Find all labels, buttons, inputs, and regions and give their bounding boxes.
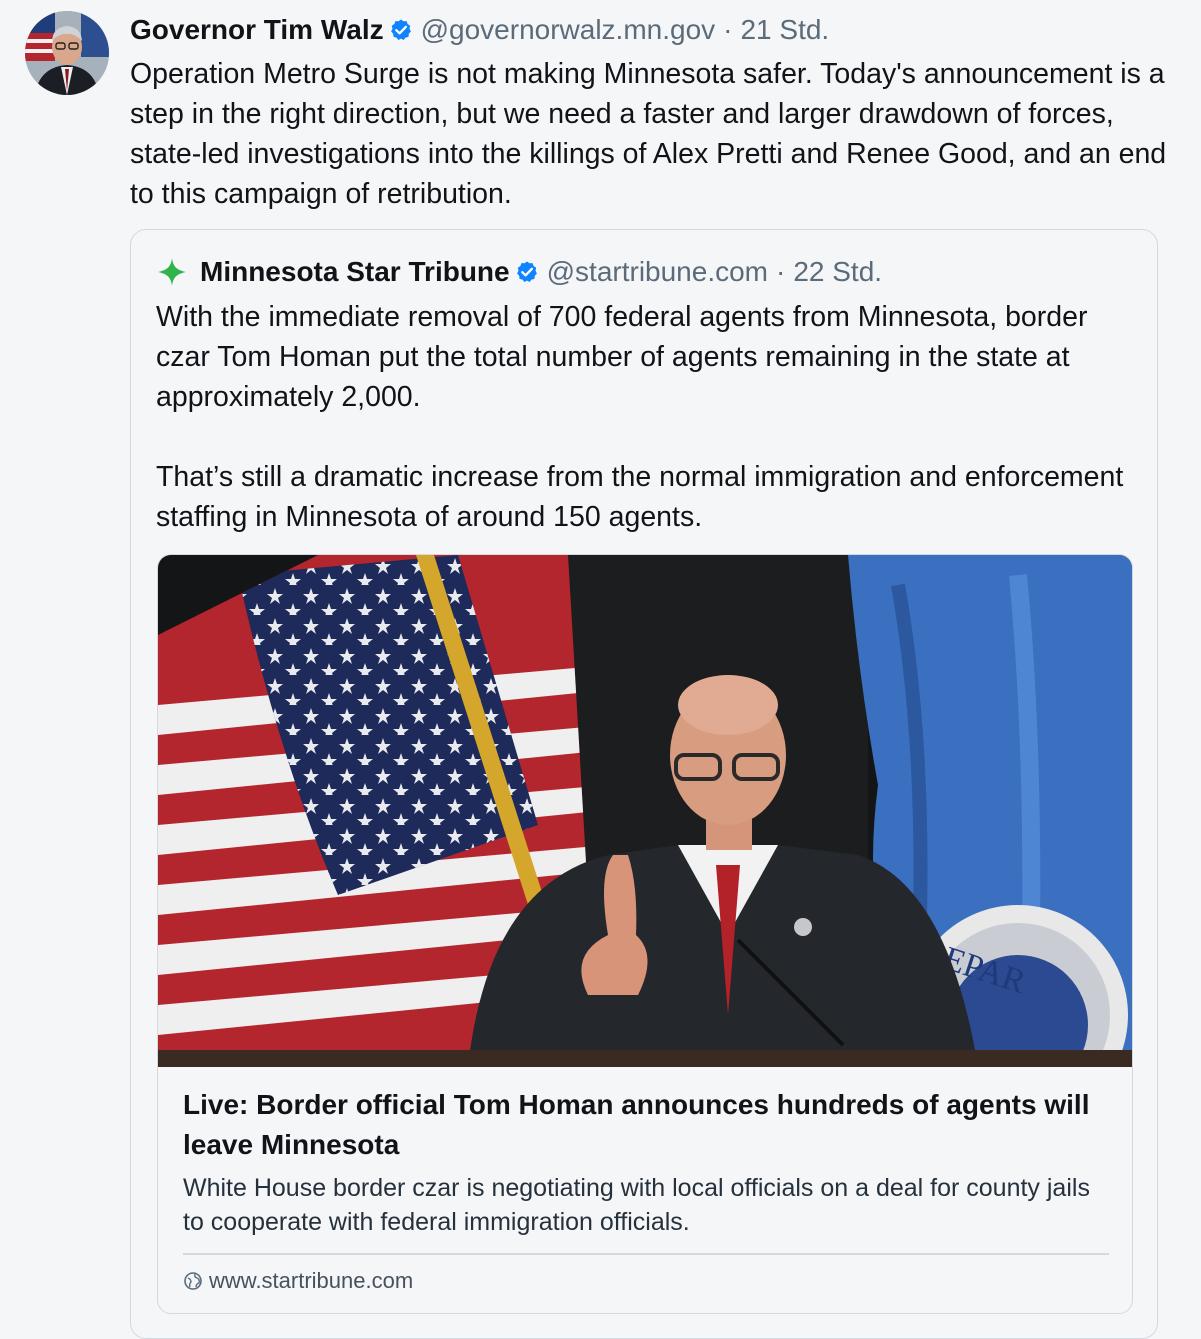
verified-badge-icon: [515, 260, 539, 284]
quoted-post-header: Minnesota Star Tribune @startribune.com …: [156, 252, 882, 292]
globe-icon: [183, 1271, 203, 1291]
post-timestamp[interactable]: 21 Std.: [740, 14, 829, 46]
quoted-post-timestamp[interactable]: 22 Std.: [793, 256, 882, 288]
author-avatar[interactable]: [25, 11, 109, 95]
link-preview-domain-text: www.startribune.com: [209, 1268, 414, 1293]
quoted-post-text: With the immediate removal of 700 federa…: [156, 301, 1124, 533]
quoted-author-handle[interactable]: @startribune.com: [547, 256, 768, 288]
post-text: Operation Metro Surge is not making Minn…: [130, 58, 1167, 210]
author-handle[interactable]: @governorwalz.mn.gov: [421, 14, 716, 46]
author-name[interactable]: Governor Tim Walz: [130, 14, 384, 46]
link-preview-description: White House border czar is negotiating w…: [183, 1174, 1090, 1236]
link-preview-divider: [183, 1253, 1109, 1255]
link-preview-image: DEPAR: [158, 555, 1132, 1067]
post[interactable]: Governor Tim Walz @governorwalz.mn.gov ·…: [0, 0, 1201, 1339]
quoted-author-name[interactable]: Minnesota Star Tribune: [200, 256, 510, 288]
verified-badge-icon: [389, 18, 413, 42]
quoted-header-separator: ·: [776, 256, 786, 287]
post-header: Governor Tim Walz @governorwalz.mn.gov ·…: [130, 10, 829, 50]
header-separator: ·: [723, 14, 733, 45]
star-tribune-sparkle-icon: [156, 256, 188, 288]
quoted-post[interactable]: Minnesota Star Tribune @startribune.com …: [130, 229, 1158, 1339]
link-preview-title[interactable]: Live: Border official Tom Homan announce…: [183, 1085, 1113, 1165]
link-preview-card[interactable]: DEPAR Live: Border official Tom Homan an…: [157, 554, 1133, 1314]
link-preview-domain[interactable]: www.startribune.com: [183, 1265, 413, 1297]
